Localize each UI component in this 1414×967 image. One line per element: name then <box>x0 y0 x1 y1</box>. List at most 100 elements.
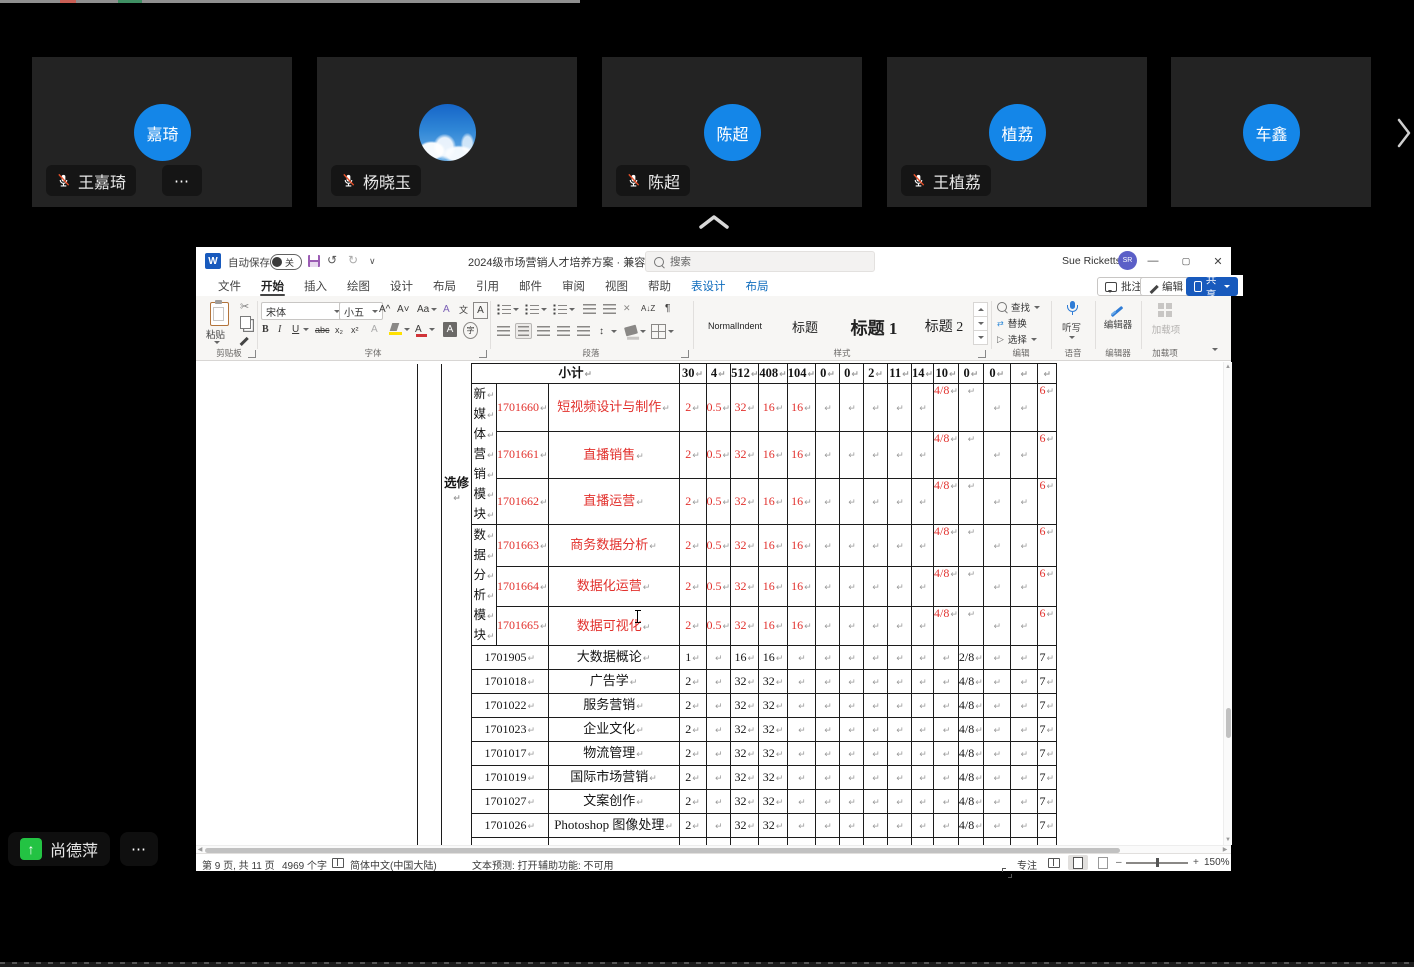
table-cell[interactable]: 4/8↵ <box>934 432 959 479</box>
zoom-slider-thumb[interactable] <box>1156 858 1159 867</box>
course-name-cell[interactable]: 物流管理↵ <box>548 742 679 766</box>
table-cell[interactable]: ↵ <box>863 790 887 814</box>
table-cell[interactable]: ↵ <box>958 479 983 525</box>
table-cell[interactable]: ↵ <box>839 670 863 694</box>
collapse-video-strip-button[interactable] <box>695 210 733 234</box>
table-cell[interactable]: ↵ <box>863 479 887 525</box>
table-cell[interactable]: ↵ <box>1010 479 1037 525</box>
table-cell[interactable]: 16↵ <box>787 479 815 525</box>
table-cell[interactable]: 32↵ <box>731 814 759 838</box>
table-cell[interactable]: ↵ <box>839 432 863 479</box>
text-prediction-indicator[interactable]: 文本预测: 打开 <box>472 857 538 872</box>
table-cell[interactable]: 0.5↵ <box>706 432 731 479</box>
course-code-cell[interactable]: 1701019↵ <box>472 766 549 790</box>
table-cell[interactable]: 2↵ <box>679 670 706 694</box>
table-cell[interactable] <box>706 838 731 846</box>
table-cell[interactable]: ↵ <box>887 479 911 525</box>
table-cell[interactable]: ↵ <box>1010 646 1037 670</box>
table-cell[interactable]: 2↵ <box>679 766 706 790</box>
course-name-cell[interactable]: 服务营销↵ <box>548 694 679 718</box>
table-cell[interactable]: ↵ <box>706 742 731 766</box>
table-cell[interactable]: ↵ <box>839 384 863 432</box>
table-cell[interactable]: ↵ <box>815 607 839 646</box>
line-spacing-dropdown[interactable] <box>611 330 617 333</box>
table-cell[interactable]: 32↵ <box>731 718 759 742</box>
course-code-cell[interactable]: 1701017↵ <box>472 742 549 766</box>
course-code-cell[interactable]: 1701662↵ <box>497 479 549 525</box>
context-tab-布局[interactable]: 布局 <box>736 275 779 296</box>
table-cell[interactable]: 0↵ <box>815 364 839 384</box>
line-spacing-button[interactable]: ↕ <box>599 324 604 339</box>
table-cell[interactable]: 0.5↵ <box>706 525 731 567</box>
account-avatar[interactable]: SR <box>1118 251 1137 270</box>
table-cell[interactable]: ↵ <box>815 646 839 670</box>
table-cell[interactable]: 16↵ <box>759 607 787 646</box>
table-cell[interactable]: ↵ <box>815 479 839 525</box>
font-dialog-launcher[interactable] <box>479 350 487 358</box>
table-cell[interactable]: ↵ <box>787 718 815 742</box>
course-code-cell[interactable]: 1701027↵ <box>472 790 549 814</box>
table-cell[interactable]: ↵ <box>934 766 959 790</box>
styles-gallery-more[interactable] <box>973 330 988 345</box>
table-cell[interactable]: 32↵ <box>759 670 787 694</box>
dictate-dropdown[interactable] <box>1069 336 1075 339</box>
table-cell[interactable]: ↵ <box>815 384 839 432</box>
close-button[interactable]: ✕ <box>1211 254 1225 268</box>
table-cell[interactable]: ↵ <box>1010 364 1037 384</box>
table-cell[interactable]: ↵ <box>863 814 887 838</box>
table-cell[interactable]: ↵ <box>863 646 887 670</box>
table-cell[interactable]: ↵ <box>934 646 959 670</box>
participant-tile[interactable]: 嘉琦王嘉琦⋯ <box>32 57 292 207</box>
course-name-cell[interactable]: 文案创作↵ <box>548 790 679 814</box>
table-cell[interactable]: ↵ <box>887 694 911 718</box>
table-cell[interactable]: ↵ <box>863 432 887 479</box>
table-cell[interactable]: 16↵ <box>759 567 787 607</box>
participant-tile[interactable]: 陈超陈超 <box>602 57 862 207</box>
autosave-toggle[interactable]: 关 <box>270 254 302 270</box>
table-cell[interactable]: ↵ <box>887 718 911 742</box>
table-cell[interactable]: ↵ <box>787 790 815 814</box>
copy-icon[interactable] <box>240 316 251 329</box>
next-participants-arrow[interactable] <box>1394 114 1414 152</box>
dictate-icon[interactable] <box>1067 301 1077 315</box>
table-cell[interactable]: ↵ <box>1010 814 1037 838</box>
table-cell[interactable]: ↵ <box>787 814 815 838</box>
table-cell[interactable]: 2/8↵ <box>958 646 983 670</box>
table-cell[interactable]: ↵ <box>887 384 911 432</box>
style-item[interactable]: 标题 <box>776 306 834 346</box>
text-effects-button[interactable]: A <box>371 322 378 337</box>
table-cell[interactable]: ↵ <box>887 646 911 670</box>
table-cell[interactable]: 2↵ <box>679 607 706 646</box>
table-cell[interactable]: ↵ <box>815 742 839 766</box>
table-cell[interactable]: 2↵ <box>679 479 706 525</box>
course-code-cell[interactable]: 1701661↵ <box>497 432 549 479</box>
table-cell[interactable]: 7↵ <box>1037 790 1056 814</box>
table-cell[interactable]: 16↵ <box>759 646 787 670</box>
table-cell[interactable]: ↵ <box>934 718 959 742</box>
change-case-dropdown[interactable] <box>431 308 437 311</box>
table-cell[interactable]: ↵ <box>863 742 887 766</box>
table-cell[interactable]: ↵ <box>887 607 911 646</box>
tab-引用[interactable]: 引用 <box>466 275 509 296</box>
table-cell[interactable]: 1↵ <box>679 646 706 670</box>
table-cell[interactable]: ↵ <box>983 766 1010 790</box>
table-cell[interactable]: 16↵ <box>759 384 787 432</box>
bullets-button[interactable] <box>497 304 511 315</box>
table-cell[interactable]: ↵ <box>887 742 911 766</box>
table-cell[interactable]: 4/8↵ <box>958 790 983 814</box>
table-cell[interactable]: ↵ <box>706 694 731 718</box>
presenter-more-button[interactable]: ⋯ <box>120 832 158 866</box>
course-name-cell[interactable]: 国际市场营销↵ <box>548 766 679 790</box>
character-border-button[interactable]: A <box>473 302 488 319</box>
table-cell[interactable]: ↵ <box>706 790 731 814</box>
table-cell[interactable]: ↵ <box>787 646 815 670</box>
table-cell[interactable]: ↵ <box>1010 670 1037 694</box>
table-cell[interactable]: 2↵ <box>679 790 706 814</box>
table-cell[interactable]: ↵ <box>863 694 887 718</box>
table-cell[interactable]: 32↵ <box>731 670 759 694</box>
styles-scroll-up[interactable] <box>973 302 988 317</box>
character-shading-button[interactable]: A <box>443 322 457 337</box>
clear-formatting-button[interactable]: A <box>443 302 450 317</box>
table-cell[interactable] <box>731 838 759 846</box>
table-cell[interactable]: 32↵ <box>731 384 759 432</box>
